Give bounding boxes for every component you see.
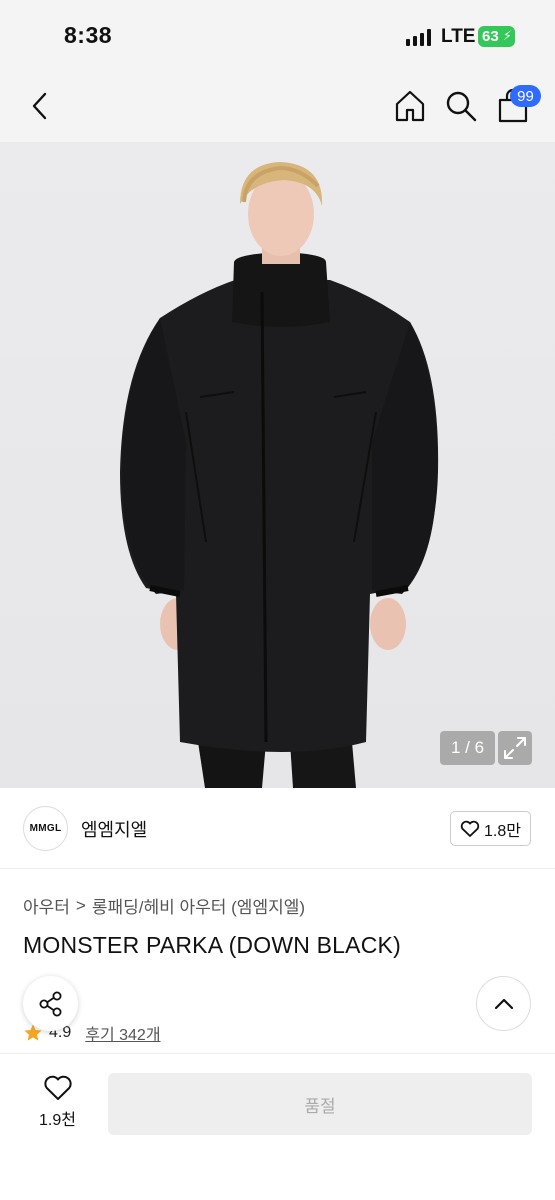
signal-icon: [406, 28, 431, 46]
back-button[interactable]: [26, 88, 56, 124]
breadcrumb-subcategory[interactable]: 롱패딩/헤비 아우터 (엠엠지엘): [92, 893, 305, 918]
product-title: MONSTER PARKA (DOWN BLACK): [23, 932, 401, 958]
brand-like-count: 1.8만: [484, 822, 521, 840]
share-button[interactable]: [23, 976, 78, 1031]
battery-icon: 63 ⚡: [478, 26, 515, 47]
heart-icon: [460, 820, 480, 837]
home-icon: [395, 90, 425, 122]
chevron-left-icon: [32, 92, 47, 120]
chevron-up-icon: [494, 998, 513, 1009]
wishlist-count: 1.9천: [39, 1112, 76, 1129]
reviews-link[interactable]: 후기 342개: [85, 1021, 160, 1045]
product-image[interactable]: 1 / 6: [0, 142, 555, 788]
brand-like-button[interactable]: 1.8만: [450, 811, 531, 846]
heart-icon: [43, 1075, 72, 1100]
nav-bar: 99: [0, 70, 555, 142]
search-button[interactable]: [444, 89, 478, 123]
soldout-button[interactable]: 품절: [108, 1073, 532, 1135]
expand-image-button[interactable]: [498, 731, 532, 765]
network-type: LTE: [441, 26, 476, 47]
breadcrumb-separator: >: [75, 895, 86, 915]
breadcrumb: 아우터 > 롱패딩/헤비 아우터 (엠엠지엘): [23, 893, 305, 918]
expand-icon: [504, 737, 526, 759]
product-photo: [120, 162, 439, 788]
status-bar: 8:38 LTE 63 ⚡: [0, 0, 555, 70]
breadcrumb-category[interactable]: 아우터: [23, 893, 70, 918]
scroll-top-button[interactable]: [476, 976, 531, 1031]
charging-icon: ⚡: [502, 28, 512, 43]
brand-row: MMGL 엠엠지엘 1.8만: [0, 788, 555, 869]
image-pager: 1 / 6: [440, 731, 495, 765]
brand-name[interactable]: 엠엠지엘: [81, 816, 147, 842]
home-button[interactable]: [393, 89, 427, 123]
wishlist-button[interactable]: 1.9천: [30, 1074, 85, 1130]
battery-level: 63: [482, 28, 499, 45]
brand-logo[interactable]: MMGL: [23, 806, 68, 851]
search-icon: [446, 91, 477, 122]
bottom-action-bar: 1.9천 품절: [0, 1053, 555, 1200]
cart-count-badge: 99: [510, 85, 541, 107]
status-time: 8:38: [64, 22, 113, 48]
share-icon: [39, 991, 61, 1016]
